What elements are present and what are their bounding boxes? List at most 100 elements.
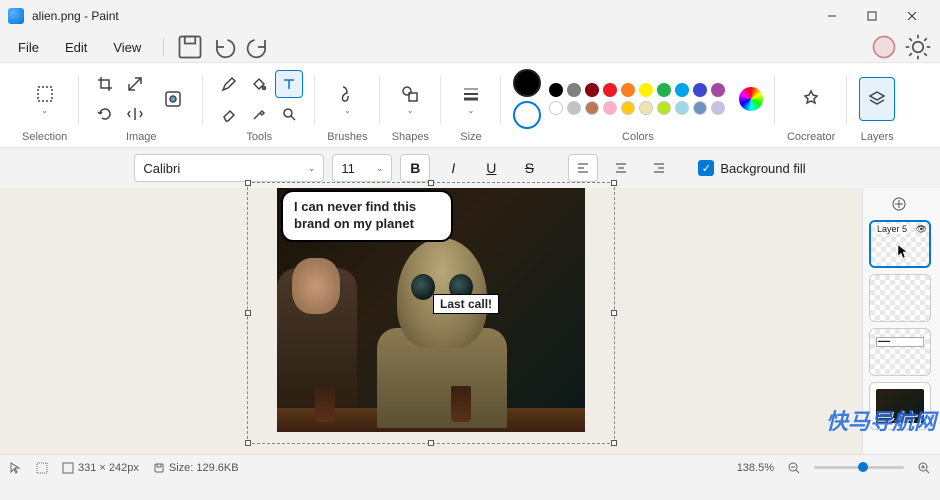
zoom-in-button[interactable]: [918, 462, 930, 474]
eraser-icon[interactable]: [215, 100, 243, 128]
layer-item[interactable]: [869, 274, 931, 322]
color-swatch[interactable]: [603, 101, 617, 115]
edit-colors-icon[interactable]: [739, 87, 763, 111]
workspace: I can never find this brand on my planet…: [0, 188, 940, 454]
select-tool[interactable]: ⌄: [27, 77, 63, 121]
color-1[interactable]: [513, 69, 541, 97]
magnifier-icon[interactable]: [275, 100, 303, 128]
background-fill-label: Background fill: [720, 161, 805, 176]
color-swatch[interactable]: [585, 101, 599, 115]
add-layer-button[interactable]: [869, 194, 929, 214]
color-swatch[interactable]: [567, 83, 581, 97]
flip-icon[interactable]: [121, 100, 149, 128]
font-family-value: Calibri: [143, 161, 180, 176]
status-bar: 331 × 242px Size: 129.6KB 138.5%: [0, 454, 940, 480]
menu-edit[interactable]: Edit: [55, 36, 97, 59]
text-tool-icon[interactable]: [275, 70, 303, 98]
layers-button[interactable]: [859, 77, 895, 121]
font-size-dropdown[interactable]: 11⌄: [332, 154, 392, 182]
redo-icon[interactable]: [244, 33, 272, 61]
title-bar: alien.png - Paint: [0, 0, 940, 32]
selection-box[interactable]: [247, 182, 615, 444]
layer-item-5[interactable]: Layer 5 👁: [869, 220, 931, 268]
size-dropdown[interactable]: ⌄: [453, 77, 489, 121]
remove-background-icon[interactable]: [155, 77, 191, 121]
resize-handle[interactable]: [245, 180, 251, 186]
brushes-dropdown[interactable]: ⌄: [329, 77, 365, 121]
canvas-area[interactable]: I can never find this brand on my planet…: [0, 188, 862, 454]
bold-button[interactable]: B: [400, 154, 430, 182]
resize-handle[interactable]: [245, 440, 251, 446]
zoom-slider[interactable]: [814, 466, 904, 469]
eyedropper-icon[interactable]: [245, 100, 273, 128]
zoom-out-button[interactable]: [788, 462, 800, 474]
layer-item[interactable]: [869, 382, 931, 430]
color-swatch[interactable]: [693, 101, 707, 115]
color-swatch[interactable]: [711, 83, 725, 97]
strikethrough-button[interactable]: S: [514, 154, 544, 182]
align-center-button[interactable]: [606, 154, 636, 182]
color-swatch[interactable]: [549, 101, 563, 115]
align-left-button[interactable]: [568, 154, 598, 182]
cocreator-button[interactable]: [793, 77, 829, 121]
group-label: Colors: [622, 131, 654, 143]
crop-icon[interactable]: [91, 70, 119, 98]
group-layers: Layers: [847, 71, 907, 143]
menu-view[interactable]: View: [103, 36, 151, 59]
resize-handle[interactable]: [245, 310, 251, 316]
shapes-dropdown[interactable]: ⌄: [392, 77, 428, 121]
color-swatch[interactable]: [675, 83, 689, 97]
color-swatch[interactable]: [621, 83, 635, 97]
color-swatch[interactable]: [639, 101, 653, 115]
color-swatch[interactable]: [711, 101, 725, 115]
color-swatch[interactable]: [675, 101, 689, 115]
layer-item[interactable]: ▬▬▬: [869, 328, 931, 376]
undo-icon[interactable]: [210, 33, 238, 61]
fill-icon[interactable]: [245, 70, 273, 98]
group-image: Image: [79, 71, 203, 143]
account-icon[interactable]: [870, 33, 898, 61]
app-icon: [8, 8, 24, 24]
group-label: Shapes: [392, 131, 429, 143]
resize-handle[interactable]: [611, 180, 617, 186]
menu-file[interactable]: File: [8, 36, 49, 59]
color-swatch[interactable]: [693, 83, 707, 97]
minimize-button[interactable]: [812, 0, 852, 32]
group-selection: ⌄ Selection: [10, 71, 79, 143]
resize-handle[interactable]: [428, 440, 434, 446]
rotate-icon[interactable]: [91, 100, 119, 128]
check-icon: ✓: [698, 160, 714, 176]
resize-handle[interactable]: [428, 180, 434, 186]
canvas[interactable]: I can never find this brand on my planet…: [277, 188, 585, 432]
resize-handle[interactable]: [611, 310, 617, 316]
underline-button[interactable]: U: [476, 154, 506, 182]
group-label: Cocreator: [787, 131, 835, 143]
visibility-icon[interactable]: 👁: [916, 224, 927, 235]
window-title: alien.png - Paint: [32, 9, 119, 23]
color-swatch[interactable]: [549, 83, 563, 97]
cursor-position: [10, 462, 22, 474]
group-label: Image: [126, 131, 157, 143]
italic-button[interactable]: I: [438, 154, 468, 182]
color-swatch[interactable]: [585, 83, 599, 97]
align-right-button[interactable]: [644, 154, 674, 182]
group-size: ⌄ Size: [441, 71, 501, 143]
zoom-value: 138.5%: [737, 462, 774, 474]
save-icon[interactable]: [176, 33, 204, 61]
maximize-button[interactable]: [852, 0, 892, 32]
pencil-icon[interactable]: [215, 70, 243, 98]
font-family-dropdown[interactable]: Calibri⌄: [134, 154, 324, 182]
background-fill-toggle[interactable]: ✓ Background fill: [698, 160, 805, 176]
resize-icon[interactable]: [121, 70, 149, 98]
close-button[interactable]: [892, 0, 932, 32]
color-2[interactable]: [513, 101, 541, 129]
resize-handle[interactable]: [611, 440, 617, 446]
settings-icon[interactable]: [904, 33, 932, 61]
color-swatch[interactable]: [567, 101, 581, 115]
color-swatch[interactable]: [657, 83, 671, 97]
color-swatch[interactable]: [603, 83, 617, 97]
group-brushes: ⌄ Brushes: [315, 71, 379, 143]
color-swatch[interactable]: [657, 101, 671, 115]
color-swatch[interactable]: [639, 83, 653, 97]
color-swatch[interactable]: [621, 101, 635, 115]
